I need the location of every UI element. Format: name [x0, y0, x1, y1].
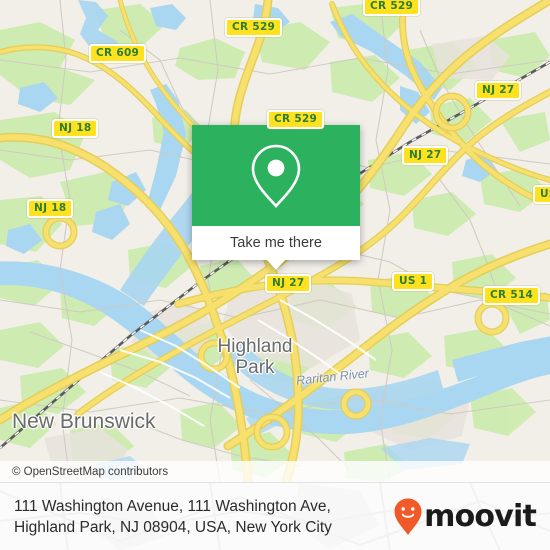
moovit-smiley-pin-icon — [394, 498, 422, 535]
take-me-there-button[interactable]: Take me there — [192, 226, 360, 270]
road-shield-nj27-upper: NJ 27 — [475, 81, 522, 100]
road-shield-cr529-topright: CR 529 — [363, 0, 421, 16]
moovit-wordmark: moovit — [424, 498, 537, 534]
popup-icon-panel — [192, 125, 360, 226]
popup-pointer-tail — [267, 260, 285, 270]
address-text: 111 Washington Avenue, 111 Washington Av… — [14, 497, 332, 536]
road-shield-cr529-mid: CR 529 — [267, 110, 325, 129]
footer-bar: 111 Washington Avenue, 111 Washington Av… — [0, 482, 550, 550]
road-shield-nj18-upper: NJ 18 — [52, 119, 99, 138]
road-shield-nj27-lower: NJ 27 — [265, 274, 312, 293]
road-shield-cr529-top: CR 529 — [225, 18, 283, 37]
road-shield-cr609: CR 609 — [89, 44, 147, 63]
road-shield-us-edge: US — [533, 185, 550, 204]
road-shield-us1: US 1 — [392, 272, 435, 291]
moovit-map-screen: CR 529 CR 609 NJ 18 NJ 18 CR 529 NJ 27 N… — [0, 0, 550, 550]
attribution-text[interactable]: © OpenStreetMap contributors — [0, 466, 168, 478]
map-attribution-bar: © OpenStreetMap contributors — [0, 461, 550, 482]
map-canvas[interactable]: CR 529 CR 609 NJ 18 NJ 18 CR 529 NJ 27 N… — [0, 0, 550, 482]
moovit-logo: moovit — [393, 497, 537, 537]
road-shield-nj27-mid: NJ 27 — [402, 146, 449, 165]
place-label-highland-park: Highland Park — [217, 336, 293, 378]
place-label-new-brunswick: New Brunswick — [12, 410, 156, 433]
road-shield-nj18-lower: NJ 18 — [27, 199, 74, 218]
take-me-there-label: Take me there — [230, 235, 322, 251]
road-shield-cr514: CR 514 — [483, 286, 541, 305]
map-pin-icon — [251, 144, 301, 208]
footer-content: 111 Washington Avenue, 111 Washington Av… — [0, 483, 550, 550]
location-popup-card[interactable]: Take me there — [192, 125, 360, 270]
